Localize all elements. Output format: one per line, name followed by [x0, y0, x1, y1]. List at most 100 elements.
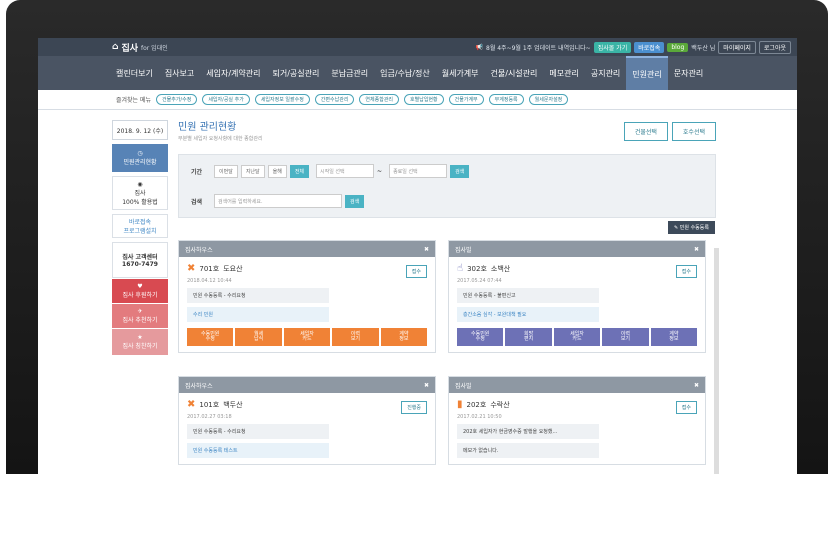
- scrollbar[interactable]: [714, 248, 719, 474]
- nav-item[interactable]: 월세가계부: [436, 56, 485, 90]
- search-label: 검색: [191, 198, 203, 206]
- nav-item[interactable]: 공지관리: [585, 56, 626, 90]
- screen: ⌂ 집사 for 임대인 📢 8월 4주~9월 1주 업데이트 내역입니다~ 집사몰…: [38, 38, 797, 474]
- card-header: 집사빌 ✖: [449, 377, 705, 393]
- card-line-2: 층간소음 심각 - 보완대책 필요: [457, 307, 599, 322]
- action-button[interactable]: 수동민원 수정: [457, 328, 504, 346]
- complaint-card: 집사빌 ✖ ☝ 302호 소백산 2017.05.24 07:44 접수 민원 수동등…: [448, 240, 706, 353]
- close-icon[interactable]: ✖: [424, 382, 429, 389]
- status-badge[interactable]: 접수: [675, 401, 697, 414]
- period-option[interactable]: 전체: [289, 164, 310, 178]
- blog-button[interactable]: blog: [667, 42, 689, 52]
- star-icon: ★: [137, 334, 143, 341]
- mypage-button[interactable]: 마이페이지: [718, 40, 756, 54]
- card-header: 집사빌 ✖: [449, 241, 705, 257]
- status-badge[interactable]: 접수: [675, 265, 697, 278]
- complaint-card: 집사하우스 ✖ ✖ 101호 백두산 2017.02.27 03:18 진행중 민원 …: [178, 376, 436, 465]
- tools-icon: ✖: [187, 399, 196, 410]
- nav-item[interactable]: 입금/수납/정산: [374, 56, 436, 90]
- action-button[interactable]: 희망 편지: [505, 328, 552, 346]
- action-buttons: 수동민원 수정 희망 편지 세입자 카드 이력 보기 계약 정보: [457, 328, 698, 346]
- nav-item[interactable]: 퇴거/공실관리: [266, 56, 325, 90]
- fav-button[interactable]: 바로접속: [634, 41, 665, 53]
- period-option[interactable]: 올해: [267, 164, 287, 178]
- search-input[interactable]: 검색어를 입력하세요.: [214, 194, 342, 208]
- nav-item[interactable]: 캘린더보기: [110, 56, 159, 90]
- action-button[interactable]: 세입자 카드: [553, 328, 601, 346]
- period-search-button[interactable]: 검색: [450, 164, 470, 178]
- status-badge[interactable]: 접수: [405, 265, 427, 278]
- keyword-search-button[interactable]: 검색: [345, 194, 365, 208]
- building-select-button[interactable]: 건물선택: [623, 122, 668, 141]
- room-number: 701호: [199, 264, 220, 273]
- period-label: 기간: [191, 168, 203, 176]
- card-line-1: 민원 수동등록 - 수리요청: [187, 288, 329, 303]
- status-badge[interactable]: 진행중: [401, 401, 427, 414]
- nav-item[interactable]: 집사보고: [159, 56, 200, 90]
- complaint-card: 집사하우스 ✖ ✖ 701호 도요산 2018.04.12 10:44 접수 민원 수…: [178, 240, 436, 353]
- complaint-card: 집사빌 ✖ ▮ 202호 수락산 2017.02.21 10:50 접수 202호 세…: [448, 376, 706, 465]
- action-button[interactable]: 월세 납식: [235, 328, 282, 346]
- quick-menu-item[interactable]: 세입자/공실 추가: [202, 94, 250, 105]
- guide-label: 집사 100% 활용법: [122, 189, 158, 206]
- nav-item[interactable]: 메모관리: [543, 56, 584, 90]
- install-button[interactable]: 바로접속 프로그램설치: [112, 214, 168, 238]
- room-line: ▮ 202호 수락산: [457, 399, 697, 410]
- period-option[interactable]: 이번달: [214, 164, 238, 178]
- nav-item[interactable]: 분납금관리: [325, 56, 374, 90]
- quick-menu-item[interactable]: 세입자정보 일괄수정: [254, 94, 310, 105]
- main-nav: 캘린더보기 집사보고 세입자/계약관리 퇴거/공실관리 분납금관리 입금/수납/정산 월세가…: [38, 56, 797, 90]
- close-icon[interactable]: ✖: [424, 246, 429, 253]
- end-date-input[interactable]: 종료일 선택: [389, 164, 448, 178]
- nav-item[interactable]: 건물/시설관리: [485, 56, 544, 90]
- clock-icon: ◷: [137, 150, 143, 157]
- quick-menu-label: 즐겨찾는 메뉴: [116, 97, 152, 104]
- action-button[interactable]: 계약 정보: [650, 328, 698, 346]
- quick-menu-item[interactable]: 건물추가/수정: [156, 94, 198, 105]
- nav-item[interactable]: 문자관리: [668, 56, 709, 90]
- close-icon[interactable]: ✖: [694, 382, 699, 389]
- tools-icon: ✖: [187, 263, 196, 274]
- logo[interactable]: ⌂ 집사 for 임대인: [112, 41, 168, 54]
- praise-button[interactable]: ★ 집사 칭찬하기: [112, 329, 168, 355]
- logout-button[interactable]: 로그아웃: [758, 40, 791, 54]
- card-header: 집사하우스 ✖: [179, 377, 435, 393]
- install-label: 바로접속 프로그램설치: [123, 219, 157, 235]
- nav-item[interactable]: 세입자/계약관리: [200, 56, 266, 90]
- action-button[interactable]: 세입자 카드: [283, 328, 331, 346]
- quick-menu-item[interactable]: 부계정등록: [488, 94, 524, 105]
- tenant-name: 수락산: [490, 400, 510, 409]
- close-icon[interactable]: ✖: [694, 246, 699, 253]
- card-building: 집사하우스: [185, 246, 213, 254]
- action-button[interactable]: 계약 정보: [380, 328, 428, 346]
- quick-menu-item[interactable]: 연체종합관리: [359, 94, 400, 105]
- guide-button[interactable]: ◉ 집사 100% 활용법: [112, 176, 168, 210]
- chrome-icon: ◉: [137, 180, 143, 188]
- recommend-button[interactable]: ✈ 집사 추천하기: [112, 304, 168, 328]
- period-option[interactable]: 지난달: [240, 164, 265, 178]
- action-button[interactable]: 이력 보기: [332, 328, 379, 346]
- quick-menu-item[interactable]: 간편수납관리: [314, 94, 355, 105]
- room-number: 101호: [199, 400, 220, 409]
- card-building: 집사하우스: [185, 382, 213, 390]
- action-button[interactable]: 수동민원 수정: [187, 328, 234, 346]
- support-button[interactable]: ♥ 집사 후원하기: [112, 279, 168, 303]
- quick-menu-item[interactable]: 건물가계부: [448, 94, 484, 105]
- quick-menu-item[interactable]: 월세문자설정: [528, 94, 569, 105]
- nav-item[interactable]: 민원관리: [626, 56, 668, 90]
- notice-text[interactable]: 8월 4주~9월 1주 업데이트 내역입니다~: [486, 43, 591, 52]
- current-menu-button[interactable]: ◷ 민원관리현황: [112, 144, 168, 172]
- quick-menu-item[interactable]: 호별납입현황: [404, 94, 444, 105]
- card-line-1: 민원 수동등록 - 수리요청: [187, 424, 329, 439]
- action-button[interactable]: 이력 보기: [602, 328, 649, 346]
- card-line-2: 메모가 없습니다.: [457, 443, 599, 458]
- room-number: 302호: [467, 264, 487, 273]
- start-date-input[interactable]: 시작일 선택: [316, 164, 375, 178]
- mall-button[interactable]: 집사몰 가기: [593, 41, 632, 53]
- megaphone-icon: 📢: [475, 43, 483, 51]
- quick-menu-bar: 즐겨찾는 메뉴 건물추가/수정 세입자/공실 추가 세입자정보 일괄수정 간편수납관리…: [38, 90, 797, 110]
- search-row: 검색 검색어를 입력하세요. 검색: [191, 193, 703, 209]
- room-select-button[interactable]: 호수선택: [671, 122, 716, 141]
- manual-register-label: 민원 수동등록: [679, 225, 709, 231]
- manual-register-button[interactable]: ✎ 민원 수동등록: [668, 221, 715, 234]
